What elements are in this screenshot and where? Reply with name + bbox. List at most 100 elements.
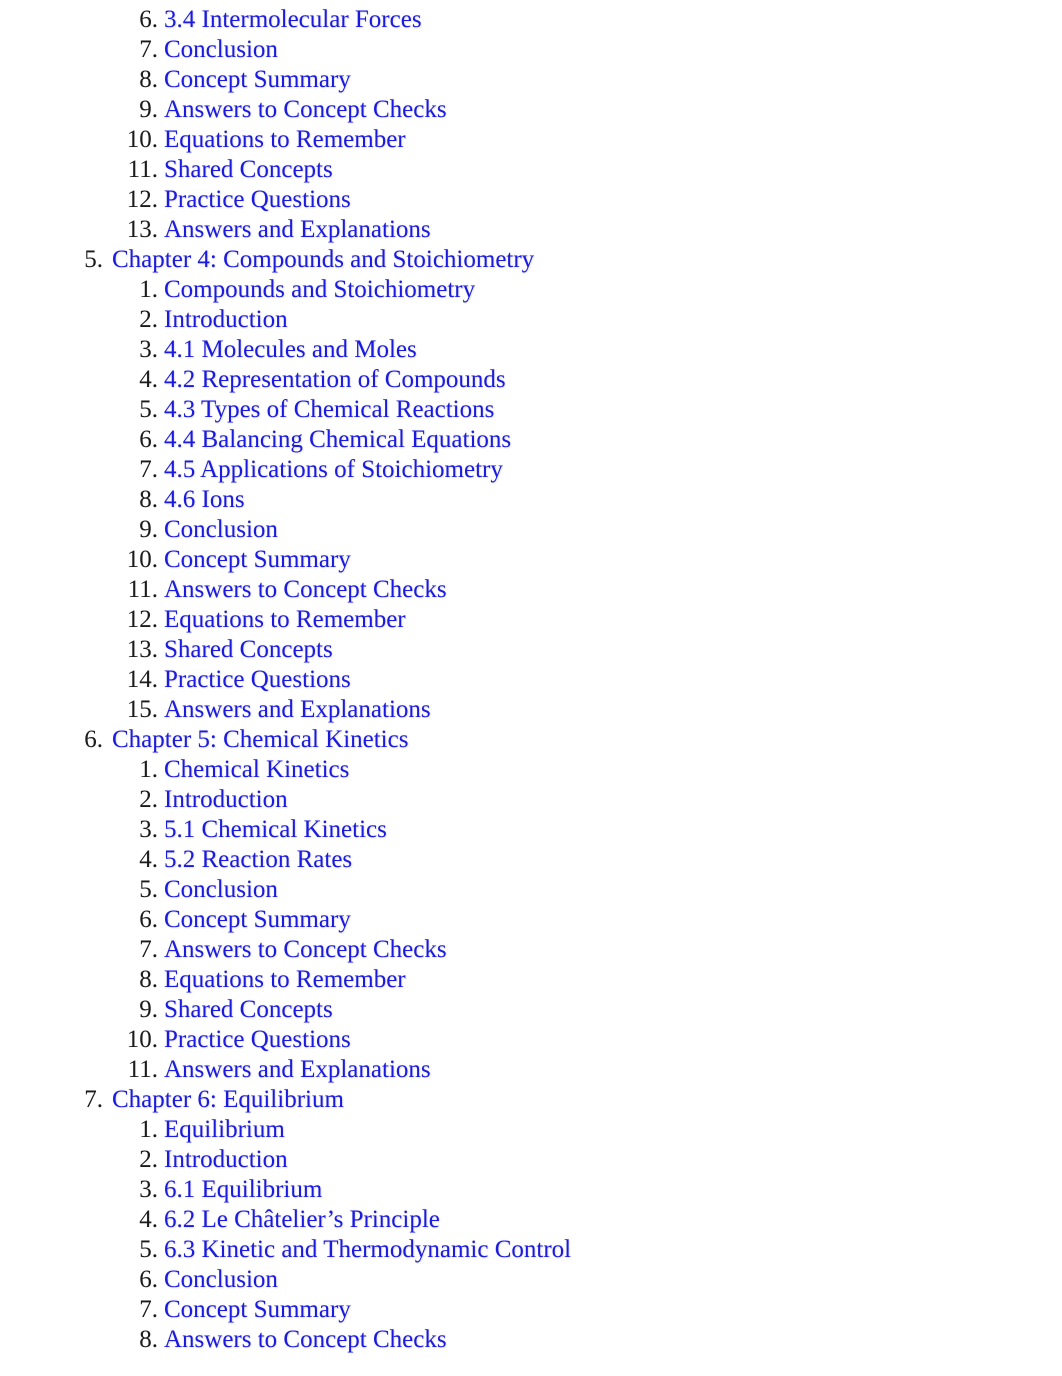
toc-entry[interactable]: 9. Answers to Concept Checks [0, 95, 1062, 125]
toc-entry[interactable]: 8. Concept Summary [0, 65, 1062, 95]
toc-chapter-entry[interactable]: 5. Chapter 4: Compounds and Stoichiometry [0, 245, 1062, 275]
toc-entry-number: 11. [127, 576, 158, 603]
toc-entry-link[interactable]: 6.3 Kinetic and Thermodynamic Control [164, 1235, 571, 1265]
toc-chapter-link[interactable]: Chapter 5: Chemical Kinetics [112, 725, 408, 755]
toc-section-group: 1. Equilibrium 2. Introduction 3. 6.1 Equilib… [0, 1115, 1062, 1355]
toc-entry[interactable]: 1. Chemical Kinetics [0, 755, 1062, 785]
toc-chapter-link[interactable]: Chapter 4: Compounds and Stoichiometry [112, 245, 534, 275]
toc-entry[interactable]: 7. Concept Summary [0, 1295, 1062, 1325]
toc-entry-link[interactable]: 4.3 Types of Chemical Reactions [164, 395, 494, 425]
toc-entry[interactable]: 7. 4.5 Applications of Stoichiometry [0, 455, 1062, 485]
toc-entry[interactable]: 4. 6.2 Le Châtelier’s Principle [0, 1205, 1062, 1235]
toc-entry-link[interactable]: 4.6 Ions [164, 485, 245, 515]
toc-entry-link[interactable]: Answers and Explanations [164, 215, 431, 245]
toc-entry-link[interactable]: Practice Questions [164, 1025, 351, 1055]
toc-entry[interactable]: 10. Practice Questions [0, 1025, 1062, 1055]
toc-entry[interactable]: 5. Conclusion [0, 875, 1062, 905]
toc-entry[interactable]: 3. 4.1 Molecules and Moles [0, 335, 1062, 365]
toc-page: 6. 3.4 Intermolecular Forces 7. Conclusion 8… [0, 0, 1062, 1376]
toc-entry[interactable]: 4. 4.2 Representation of Compounds [0, 365, 1062, 395]
toc-entry-link[interactable]: 4.2 Representation of Compounds [164, 365, 506, 395]
toc-entry-link[interactable]: Answers to Concept Checks [164, 935, 447, 965]
toc-entry-link[interactable]: Conclusion [164, 1265, 278, 1295]
toc-entry[interactable]: 9. Shared Concepts [0, 995, 1062, 1025]
toc-chapter-number: 7. [84, 1086, 103, 1113]
toc-entry[interactable]: 14. Practice Questions [0, 665, 1062, 695]
toc-entry-link[interactable]: Equations to Remember [164, 965, 406, 995]
toc-entry-link[interactable]: Concept Summary [164, 905, 351, 935]
toc-entry-link[interactable]: Answers to Concept Checks [164, 575, 447, 605]
toc-entry[interactable]: 3. 5.1 Chemical Kinetics [0, 815, 1062, 845]
toc-entry-link[interactable]: Chemical Kinetics [164, 755, 349, 785]
toc-entry-link[interactable]: 3.4 Intermolecular Forces [164, 5, 422, 35]
toc-chapter-entry[interactable]: 7. Chapter 6: Equilibrium [0, 1085, 1062, 1115]
toc-chapter-link[interactable]: Chapter 6: Equilibrium [112, 1085, 344, 1115]
toc-entry[interactable]: 12. Practice Questions [0, 185, 1062, 215]
toc-entry[interactable]: 1. Equilibrium [0, 1115, 1062, 1145]
toc-entry[interactable]: 4. 5.2 Reaction Rates [0, 845, 1062, 875]
toc-entry-number: 6. [139, 426, 158, 453]
toc-entry-link[interactable]: 5.2 Reaction Rates [164, 845, 352, 875]
toc-entry-number: 10. [126, 126, 158, 153]
toc-entry-link[interactable]: Conclusion [164, 875, 278, 905]
toc-entry-link[interactable]: Equations to Remember [164, 605, 406, 635]
toc-entry[interactable]: 8. 4.6 Ions [0, 485, 1062, 515]
toc-entry-link[interactable]: Answers to Concept Checks [164, 95, 447, 125]
toc-entry[interactable]: 2. Introduction [0, 305, 1062, 335]
toc-entry[interactable]: 7. Conclusion [0, 35, 1062, 65]
toc-entry-link[interactable]: Shared Concepts [164, 155, 333, 185]
toc-entry[interactable]: 8. Answers to Concept Checks [0, 1325, 1062, 1355]
toc-entry[interactable]: 3. 6.1 Equilibrium [0, 1175, 1062, 1205]
toc-entry[interactable]: 11. Answers to Concept Checks [0, 575, 1062, 605]
toc-entry-link[interactable]: Equilibrium [164, 1115, 285, 1145]
toc-entry-link[interactable]: Answers and Explanations [164, 695, 431, 725]
toc-entry-number: 10. [126, 1026, 158, 1053]
toc-entry-link[interactable]: Equations to Remember [164, 125, 406, 155]
toc-entry[interactable]: 5. 6.3 Kinetic and Thermodynamic Control [0, 1235, 1062, 1265]
toc-entry[interactable]: 15. Answers and Explanations [0, 695, 1062, 725]
toc-entry[interactable]: 8. Equations to Remember [0, 965, 1062, 995]
toc-entry-link[interactable]: Practice Questions [164, 665, 351, 695]
toc-entry[interactable]: 10. Concept Summary [0, 545, 1062, 575]
toc-entry-link[interactable]: 4.5 Applications of Stoichiometry [164, 455, 503, 485]
toc-entry[interactable]: 6. 4.4 Balancing Chemical Equations [0, 425, 1062, 455]
toc-entry-link[interactable]: Introduction [164, 305, 288, 335]
toc-entry[interactable]: 2. Introduction [0, 1145, 1062, 1175]
toc-entry-link[interactable]: Introduction [164, 1145, 288, 1175]
toc-entry[interactable]: 6. Conclusion [0, 1265, 1062, 1295]
toc-entry-number: 7. [139, 936, 158, 963]
toc-entry[interactable]: 13. Shared Concepts [0, 635, 1062, 665]
toc-entry-link[interactable]: Conclusion [164, 515, 278, 545]
toc-entry-link[interactable]: Concept Summary [164, 65, 351, 95]
toc-entry[interactable]: 12. Equations to Remember [0, 605, 1062, 635]
toc-entry-link[interactable]: Introduction [164, 785, 288, 815]
toc-entry-link[interactable]: Compounds and Stoichiometry [164, 275, 475, 305]
toc-entry-link[interactable]: 6.2 Le Châtelier’s Principle [164, 1205, 440, 1235]
toc-entry[interactable]: 2. Introduction [0, 785, 1062, 815]
toc-entry-link[interactable]: Concept Summary [164, 1295, 351, 1325]
toc-entry[interactable]: 7. Answers to Concept Checks [0, 935, 1062, 965]
toc-entry[interactable]: 10. Equations to Remember [0, 125, 1062, 155]
toc-entry[interactable]: 1. Compounds and Stoichiometry [0, 275, 1062, 305]
toc-entry-link[interactable]: 6.1 Equilibrium [164, 1175, 322, 1205]
toc-entry-link[interactable]: 4.4 Balancing Chemical Equations [164, 425, 511, 455]
toc-entry[interactable]: 13. Answers and Explanations [0, 215, 1062, 245]
toc-entry-link[interactable]: 5.1 Chemical Kinetics [164, 815, 387, 845]
toc-entry[interactable]: 9. Conclusion [0, 515, 1062, 545]
toc-entry[interactable]: 6. Concept Summary [0, 905, 1062, 935]
toc-entry-link[interactable]: Concept Summary [164, 545, 351, 575]
toc-entry-number: 7. [139, 1296, 158, 1323]
toc-entry-link[interactable]: Answers to Concept Checks [164, 1325, 447, 1355]
toc-entry[interactable]: 11. Shared Concepts [0, 155, 1062, 185]
toc-entry[interactable]: 6. 3.4 Intermolecular Forces [0, 5, 1062, 35]
toc-entry-link[interactable]: 4.1 Molecules and Moles [164, 335, 417, 365]
toc-entry[interactable]: 11. Answers and Explanations [0, 1055, 1062, 1085]
toc-entry-link[interactable]: Shared Concepts [164, 995, 333, 1025]
toc-entry[interactable]: 5. 4.3 Types of Chemical Reactions [0, 395, 1062, 425]
toc-chapter-entry[interactable]: 6. Chapter 5: Chemical Kinetics [0, 725, 1062, 755]
toc-entry-link[interactable]: Answers and Explanations [164, 1055, 431, 1085]
toc-entry-link[interactable]: Conclusion [164, 35, 278, 65]
toc-entry-link[interactable]: Practice Questions [164, 185, 351, 215]
toc-entry-link[interactable]: Shared Concepts [164, 635, 333, 665]
toc-entry-number: 10. [126, 546, 158, 573]
